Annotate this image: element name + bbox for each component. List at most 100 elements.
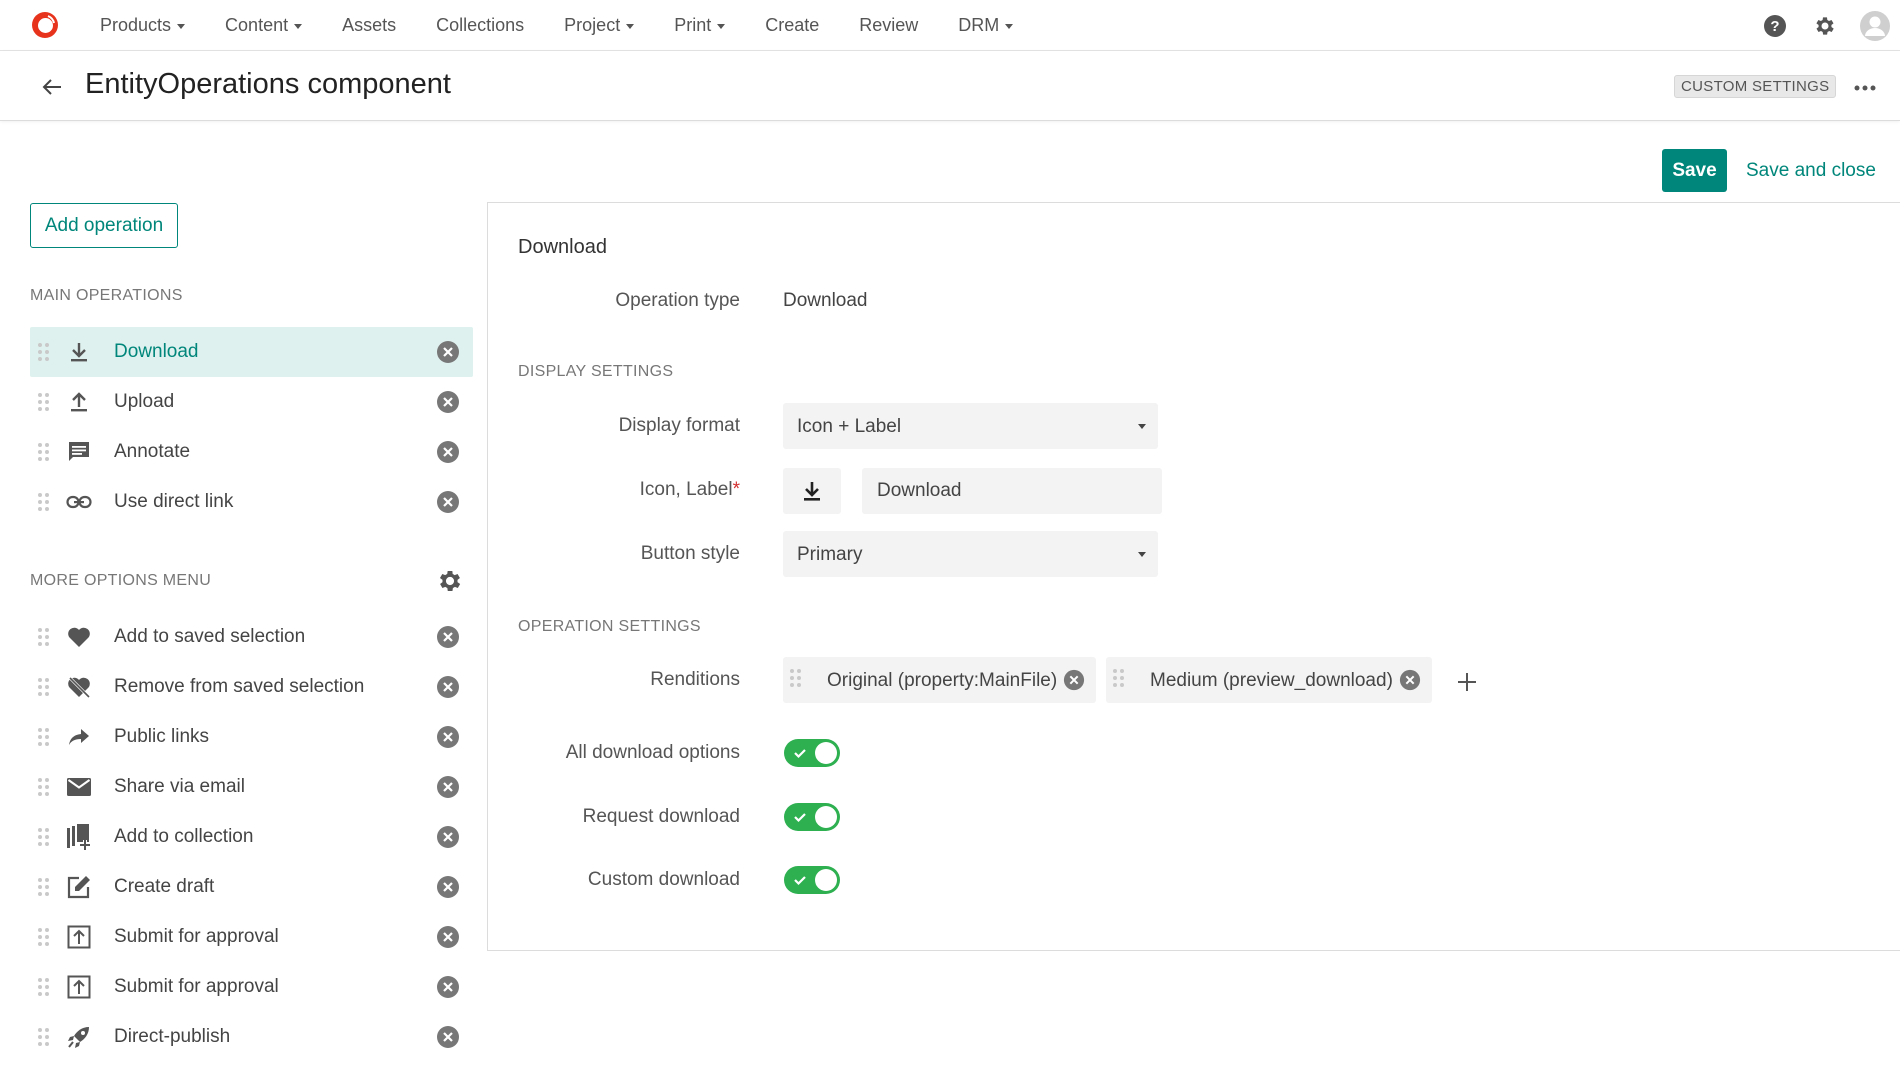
nav-item-assets[interactable]: Assets [322, 15, 416, 36]
custom-download-toggle[interactable] [784, 866, 840, 894]
button-style-label: Button style [640, 543, 740, 564]
rocket-icon [66, 1024, 92, 1050]
operation-settings-heading: OPERATION SETTINGS [518, 618, 701, 635]
caret-down-icon [294, 24, 303, 29]
heart-broken-icon [66, 674, 92, 700]
nav-item-label: Collections [436, 15, 525, 35]
operation-item-download[interactable]: Download [30, 327, 473, 377]
remove-circle-icon[interactable] [436, 975, 460, 999]
comment-icon [66, 439, 92, 465]
all-download-options-toggle[interactable] [784, 739, 840, 767]
user-menu-button[interactable] [1850, 0, 1900, 51]
drag-handle-icon[interactable] [38, 828, 50, 846]
remove-circle-icon[interactable] [436, 675, 460, 699]
operation-item-upload[interactable]: Upload [30, 377, 473, 427]
nav-item-collections[interactable]: Collections [416, 15, 544, 36]
remove-circle-icon[interactable] [436, 925, 460, 949]
remove-circle-icon[interactable] [436, 825, 460, 849]
add-operation-button[interactable]: Add operation [30, 203, 178, 248]
drag-handle-icon[interactable] [38, 778, 50, 796]
caret-down-icon [626, 24, 635, 29]
email-icon [66, 774, 92, 800]
drag-handle-icon[interactable] [38, 878, 50, 896]
operation-item-direct-publish[interactable]: Direct-publish [30, 1012, 473, 1062]
operation-label: Submit for approval [114, 976, 279, 997]
drag-handle-icon[interactable] [38, 493, 50, 511]
display-format-label: Display format [618, 415, 740, 436]
nav-item-label: Content [225, 15, 289, 35]
drag-handle-icon[interactable] [790, 669, 802, 687]
operation-item-annotate[interactable]: Annotate [30, 427, 473, 477]
operation-item-share-email[interactable]: Share via email [30, 762, 473, 812]
remove-circle-icon[interactable] [436, 440, 460, 464]
share-arrow-icon [66, 724, 92, 750]
toggle-knob [815, 869, 837, 891]
nav-item-label: Products [100, 15, 172, 35]
drag-handle-icon[interactable] [38, 1028, 50, 1046]
nav-item-review[interactable]: Review [839, 15, 938, 36]
nav-item-print[interactable]: Print [654, 15, 745, 36]
heart-icon [66, 624, 92, 650]
drag-handle-icon[interactable] [38, 628, 50, 646]
operation-label: Annotate [114, 441, 191, 462]
save-button[interactable]: Save [1662, 149, 1727, 192]
panel-title: Download [518, 236, 607, 258]
drag-handle-icon[interactable] [1113, 669, 1125, 687]
logo-icon[interactable] [30, 10, 60, 40]
operation-item-add-collection[interactable]: Add to collection [30, 812, 473, 862]
operation-item-direct-link[interactable]: Use direct link [30, 477, 473, 527]
rendition-chip[interactable]: Original (property:MainFile) [783, 657, 1096, 703]
nav-item-project[interactable]: Project [544, 15, 654, 36]
icon-picker-button[interactable] [783, 468, 841, 514]
nav-item-content[interactable]: Content [205, 15, 322, 36]
request-download-toggle[interactable] [784, 803, 840, 831]
remove-circle-icon[interactable] [436, 1025, 460, 1049]
edit-icon [66, 874, 92, 900]
rendition-chip[interactable]: Medium (preview_download) [1106, 657, 1432, 703]
check-icon [794, 876, 806, 886]
operation-label: Share via email [114, 776, 245, 797]
toggle-label: Custom download [587, 869, 740, 890]
operation-item-submit-approval[interactable]: Submit for approval [30, 912, 473, 962]
drag-handle-icon[interactable] [38, 343, 50, 361]
nav-item-create[interactable]: Create [745, 15, 839, 36]
more-options-button[interactable] [1848, 73, 1882, 103]
check-icon [794, 813, 806, 823]
back-button[interactable] [36, 71, 68, 103]
drag-handle-icon[interactable] [38, 443, 50, 461]
remove-circle-icon[interactable] [1063, 669, 1085, 691]
save-and-close-button[interactable]: Save and close [1746, 149, 1876, 192]
remove-circle-icon[interactable] [436, 625, 460, 649]
settings-button[interactable] [1800, 0, 1850, 51]
help-button[interactable]: ? [1750, 0, 1800, 51]
nav-item-label: Assets [342, 15, 397, 35]
remove-circle-icon[interactable] [436, 490, 460, 514]
add-rendition-plus-icon[interactable] [1454, 669, 1480, 695]
drag-handle-icon[interactable] [38, 728, 50, 746]
drag-handle-icon[interactable] [38, 928, 50, 946]
page-title: EntityOperations component [85, 68, 451, 100]
remove-circle-icon[interactable] [436, 390, 460, 414]
label-input[interactable] [862, 468, 1162, 514]
main-operations-heading: MAIN OPERATIONS [30, 287, 183, 304]
nav-item-drm[interactable]: DRM [938, 15, 1033, 36]
operation-item-remove-saved-selection[interactable]: Remove from saved selection [30, 662, 473, 712]
operation-label: Remove from saved selection [114, 676, 365, 697]
operation-label: Upload [114, 391, 175, 412]
remove-circle-icon[interactable] [436, 340, 460, 364]
nav-item-products[interactable]: Products [80, 15, 205, 36]
remove-circle-icon[interactable] [436, 725, 460, 749]
display-format-select[interactable]: Icon + Label [783, 403, 1158, 449]
remove-circle-icon[interactable] [436, 775, 460, 799]
operation-item-create-draft[interactable]: Create draft [30, 862, 473, 912]
button-style-select[interactable]: Primary [783, 531, 1158, 577]
operation-item-submit-approval[interactable]: Submit for approval [30, 962, 473, 1012]
drag-handle-icon[interactable] [38, 678, 50, 696]
gear-icon[interactable] [436, 567, 464, 595]
operation-item-add-saved-selection[interactable]: Add to saved selection [30, 612, 473, 662]
drag-handle-icon[interactable] [38, 978, 50, 996]
remove-circle-icon[interactable] [436, 875, 460, 899]
remove-circle-icon[interactable] [1399, 669, 1421, 691]
drag-handle-icon[interactable] [38, 393, 50, 411]
operation-item-public-links[interactable]: Public links [30, 712, 473, 762]
